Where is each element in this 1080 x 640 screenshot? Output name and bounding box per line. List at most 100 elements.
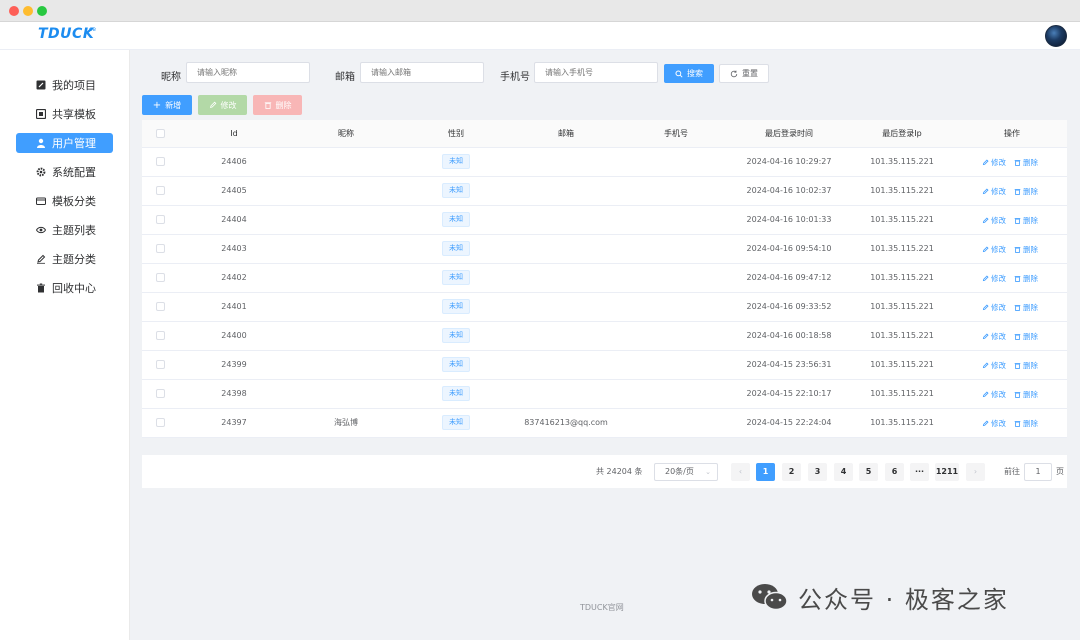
table-row[interactable]: 24405 未知 2024-04-16 10:02:37 101.35.115.221… <box>142 177 1067 206</box>
delete-button[interactable]: 删除 <box>253 95 302 115</box>
row-delete-link[interactable]: 删除 <box>1014 389 1038 400</box>
row-delete-link[interactable]: 删除 <box>1014 244 1038 255</box>
main-content: 昵称 邮箱 手机号 搜索 重置 + 新增 修改 删除 Id 昵称 性别 邮箱 手… <box>130 50 1080 640</box>
table-row[interactable]: 24398 未知 2024-04-15 22:10:17 101.35.115.221… <box>142 380 1067 409</box>
cell-nickname <box>316 322 376 350</box>
email-input[interactable] <box>360 62 484 83</box>
row-edit-link[interactable]: 修改 <box>982 360 1006 371</box>
column-header-last-login-ip[interactable]: 最后登录Ip <box>862 120 942 148</box>
minimize-window-button[interactable] <box>23 6 33 16</box>
column-header-phone[interactable]: 手机号 <box>646 120 706 148</box>
row-edit-link[interactable]: 修改 <box>982 215 1006 226</box>
cell-gender: 未知 <box>426 351 486 379</box>
row-checkbox[interactable] <box>156 215 165 224</box>
page-number-button[interactable]: 1211 <box>935 463 959 481</box>
cell-id: 24399 <box>221 360 247 369</box>
cell-id: 24397 <box>221 418 247 427</box>
row-delete-link[interactable]: 删除 <box>1014 215 1038 226</box>
table-row[interactable]: 24403 未知 2024-04-16 09:54:10 101.35.115.221… <box>142 235 1067 264</box>
row-delete-link[interactable]: 删除 <box>1014 186 1038 197</box>
column-header-id[interactable]: Id <box>204 120 264 148</box>
table-row[interactable]: 24404 未知 2024-04-16 10:01:33 101.35.115.221… <box>142 206 1067 235</box>
row-delete-link[interactable]: 删除 <box>1014 157 1038 168</box>
trash-icon <box>1014 217 1021 224</box>
row-checkbox[interactable] <box>156 186 165 195</box>
row-checkbox[interactable] <box>156 389 165 398</box>
row-checkbox[interactable] <box>156 418 165 427</box>
table-row[interactable]: 24401 未知 2024-04-16 09:33:52 101.35.115.221… <box>142 293 1067 322</box>
chevron-down-icon: ⌄ <box>705 468 711 476</box>
table-row[interactable]: 24406 未知 2024-04-16 10:29:27 101.35.115.221… <box>142 148 1067 177</box>
sidebar-item-shared-templates[interactable]: 共享模板 <box>16 104 113 124</box>
row-edit-link[interactable]: 修改 <box>982 418 1006 429</box>
trash-icon <box>264 102 271 109</box>
row-edit-link[interactable]: 修改 <box>982 389 1006 400</box>
window-titlebar <box>0 0 1080 22</box>
page-number-button[interactable]: 3 <box>808 463 827 481</box>
row-edit-link[interactable]: 修改 <box>982 186 1006 197</box>
cell-phone <box>646 322 706 350</box>
row-edit-link[interactable]: 修改 <box>982 331 1006 342</box>
row-delete-link[interactable]: 删除 <box>1014 302 1038 313</box>
sidebar-item-recycle-center[interactable]: 回收中心 <box>16 278 113 298</box>
sidebar-item-system-config[interactable]: 系统配置 <box>16 162 113 182</box>
row-edit-label: 修改 <box>991 244 1006 254</box>
gender-tag: 未知 <box>442 299 470 314</box>
row-delete-link[interactable]: 删除 <box>1014 331 1038 342</box>
sidebar-item-theme-list[interactable]: 主题列表 <box>16 220 113 240</box>
row-checkbox[interactable] <box>156 273 165 282</box>
app-logo[interactable]: TDUCK <box>38 26 94 42</box>
column-header-nickname[interactable]: 昵称 <box>316 120 376 148</box>
page-number-button[interactable]: 1 <box>756 463 775 481</box>
table-row[interactable]: 24397 海弘博 未知 837416213@qq.com 2024-04-15 22:… <box>142 409 1067 438</box>
user-avatar[interactable] <box>1045 25 1067 47</box>
page-ellipsis[interactable]: ··· <box>910 463 929 481</box>
nickname-input[interactable] <box>186 62 310 83</box>
row-delete-link[interactable]: 删除 <box>1014 360 1038 371</box>
edit-button[interactable]: 修改 <box>198 95 247 115</box>
cell-phone <box>646 235 706 263</box>
reset-button[interactable]: 重置 <box>719 64 769 83</box>
goto-page-input[interactable]: 1 <box>1024 463 1052 481</box>
column-header-email[interactable]: 邮箱 <box>536 120 596 148</box>
row-checkbox[interactable] <box>156 244 165 253</box>
row-edit-link[interactable]: 修改 <box>982 244 1006 255</box>
page-number-button[interactable]: 4 <box>834 463 853 481</box>
row-checkbox[interactable] <box>156 157 165 166</box>
sidebar-item-user-management[interactable]: 用户管理 <box>16 133 113 153</box>
cell-email <box>506 148 626 176</box>
row-checkbox[interactable] <box>156 331 165 340</box>
page-number-button[interactable]: 2 <box>782 463 801 481</box>
column-header-gender[interactable]: 性别 <box>426 120 486 148</box>
add-button[interactable]: + 新增 <box>142 95 192 115</box>
column-header-last-login-time[interactable]: 最后登录时间 <box>734 120 844 148</box>
page-number-button[interactable]: 6 <box>885 463 904 481</box>
row-edit-label: 修改 <box>991 331 1006 341</box>
select-all-checkbox[interactable] <box>156 129 165 138</box>
sidebar-item-label: 回收中心 <box>52 282 96 295</box>
maximize-window-button[interactable] <box>37 6 47 16</box>
page-size-select[interactable]: 20条/页 ⌄ <box>654 463 718 481</box>
table-row[interactable]: 24399 未知 2024-04-15 23:56:31 101.35.115.221… <box>142 351 1067 380</box>
search-button[interactable]: 搜索 <box>664 64 714 83</box>
row-checkbox[interactable] <box>156 360 165 369</box>
row-edit-link[interactable]: 修改 <box>982 273 1006 284</box>
sidebar-item-my-projects[interactable]: 我的项目 <box>16 75 113 95</box>
page-number-button[interactable]: 5 <box>859 463 878 481</box>
next-page-button[interactable]: › <box>966 463 985 481</box>
table-row[interactable]: 24400 未知 2024-04-16 00:18:58 101.35.115.221… <box>142 322 1067 351</box>
row-edit-label: 修改 <box>991 215 1006 225</box>
row-delete-link[interactable]: 删除 <box>1014 273 1038 284</box>
phone-input[interactable] <box>534 62 658 83</box>
row-edit-link[interactable]: 修改 <box>982 302 1006 313</box>
sidebar-item-theme-category[interactable]: 主题分类 <box>16 249 113 269</box>
row-delete-link[interactable]: 删除 <box>1014 418 1038 429</box>
prev-page-button[interactable]: ‹ <box>731 463 750 481</box>
row-checkbox[interactable] <box>156 302 165 311</box>
gear-icon <box>36 167 46 177</box>
table-row[interactable]: 24402 未知 2024-04-16 09:47:12 101.35.115.221… <box>142 264 1067 293</box>
row-edit-link[interactable]: 修改 <box>982 157 1006 168</box>
close-window-button[interactable] <box>9 6 19 16</box>
sidebar-item-template-category[interactable]: 模板分类 <box>16 191 113 211</box>
footer-link[interactable]: TDUCK官网 <box>580 602 624 613</box>
